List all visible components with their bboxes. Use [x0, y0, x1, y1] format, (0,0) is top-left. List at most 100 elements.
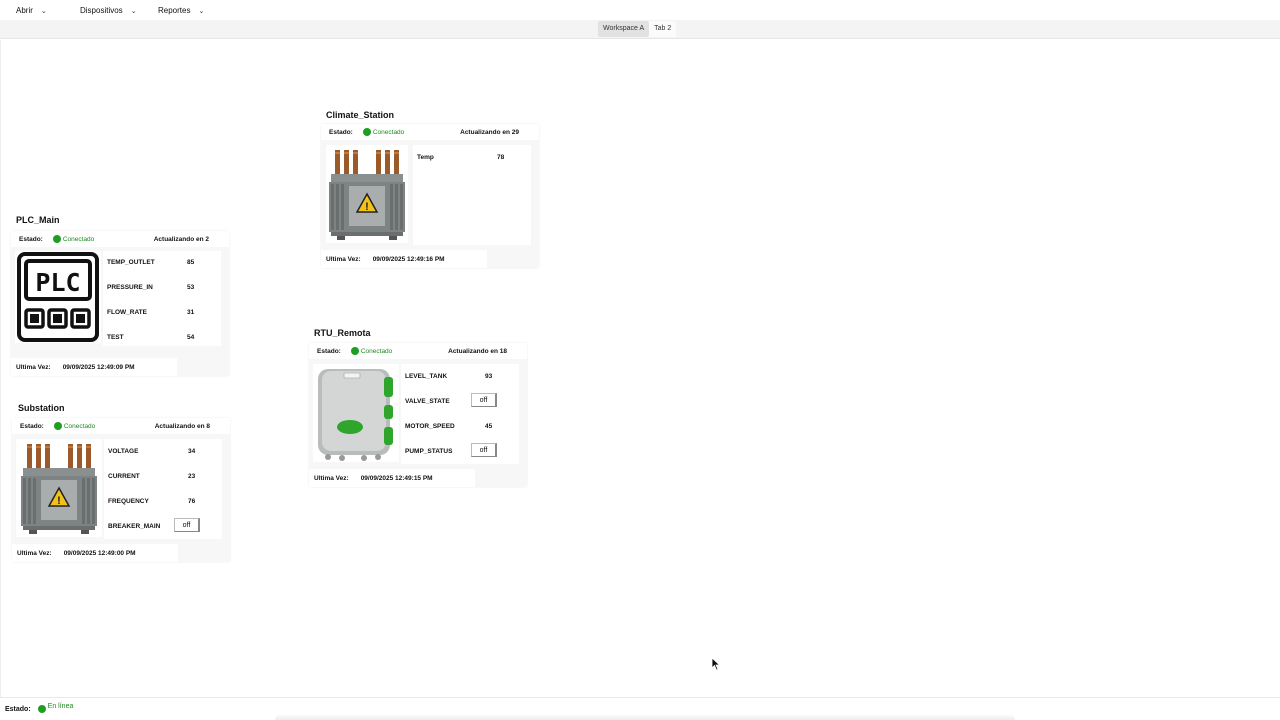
online-status: En línea: [47, 702, 74, 710]
transformer-icon: !: [21, 444, 97, 534]
value-key: VALVE_STATE: [405, 397, 450, 405]
last-seen-row: Ultima Vez: 09/09/2025 12:49:09 PM: [11, 358, 177, 376]
value-key: FLOW_RATE: [107, 308, 147, 316]
value-row: TEMP_OUTLET 85: [103, 255, 221, 269]
tab-workspace-a[interactable]: Workspace A: [598, 21, 650, 37]
status-row: Estado: Conectado Actualizando en 2: [11, 231, 229, 247]
ultima-vez-label: Ultima Vez:: [326, 255, 361, 263]
connection-status: Conectado: [63, 422, 96, 430]
value-key: VOLTAGE: [108, 447, 139, 455]
workspace-canvas[interactable]: PLC_Main Estado: Conectado Actualizando …: [0, 40, 1280, 697]
values-panel: Temp 78: [413, 145, 531, 245]
svg-text:PLC: PLC: [35, 268, 80, 297]
value-number: 23: [188, 472, 196, 480]
chevron-down-icon: ⌄: [40, 8, 47, 15]
ultima-vez-label: Ultima Vez:: [16, 363, 51, 371]
device-card: Estado: Conectado Actualizando en 2 PLC: [11, 231, 229, 376]
rtu-enclosure-icon: [318, 369, 393, 461]
device-image: PLC: [15, 251, 101, 343]
value-row: FREQUENCY 76: [104, 494, 222, 508]
last-seen-timestamp: 09/09/2025 12:49:09 PM: [62, 363, 135, 371]
last-seen-timestamp: 09/09/2025 12:49:16 PM: [372, 255, 445, 263]
value-key: PUMP_STATUS: [405, 447, 453, 455]
value-key: MOTOR_SPEED: [405, 422, 455, 430]
estado-label: Estado:: [20, 422, 44, 430]
connected-dot-icon: [52, 235, 61, 243]
status-row: Estado: Conectado Actualizando en 8: [12, 418, 230, 434]
last-seen-timestamp: 09/09/2025 12:49:00 PM: [63, 549, 136, 557]
value-row: PRESSURE_IN 53: [103, 280, 221, 294]
pump-status-toggle[interactable]: off: [471, 443, 497, 457]
menu-abrir[interactable]: Abrir ⌄: [16, 6, 56, 16]
device-image: !: [326, 145, 408, 243]
update-countdown: Actualizando en 29: [460, 128, 519, 136]
value-number: 34: [188, 447, 196, 455]
status-row: Estado: Conectado Actualizando en 29: [321, 124, 539, 140]
statusbar-estado-label: Estado:: [5, 705, 31, 713]
chevron-down-icon: ⌄: [130, 8, 137, 15]
value-key: TEST: [107, 333, 124, 341]
svg-text:!: !: [57, 495, 61, 507]
value-row: MOTOR_SPEED 45: [401, 419, 519, 433]
last-seen-row: Ultima Vez: 09/09/2025 12:49:16 PM: [321, 250, 487, 268]
device-title: Climate_Station: [326, 110, 395, 120]
menu-reportes[interactable]: Reportes ⌄: [158, 5, 206, 16]
device-title: RTU_Remota: [314, 328, 371, 338]
value-row: VALVE_STATE off: [401, 393, 519, 408]
values-panel: TEMP_OUTLET 85 PRESSURE_IN 53 FLOW_RATE …: [103, 251, 221, 346]
values-panel: LEVEL_TANK 93 VALVE_STATE off MOTOR_SPEE…: [401, 364, 519, 464]
device-plc-main[interactable]: PLC_Main Estado: Conectado Actualizando …: [11, 214, 231, 376]
menubar: Abrir ⌄ Dispositivos ⌄ Reportes ⌄: [0, 0, 1280, 20]
status-bar: Estado: En línea: [0, 697, 1280, 720]
ultima-vez-label: Ultima Vez:: [17, 549, 52, 557]
last-seen-timestamp: 09/09/2025 12:49:15 PM: [360, 474, 433, 482]
transformer-icon: !: [329, 150, 405, 240]
value-row: Temp 78: [413, 150, 531, 164]
value-row: LEVEL_TANK 93: [401, 369, 519, 383]
online-dot-icon: [37, 705, 46, 713]
value-row: CURRENT 23: [104, 469, 222, 483]
value-number: 45: [485, 422, 493, 430]
tab-list: Workspace A Tab 2: [598, 21, 677, 37]
value-key: Temp: [417, 153, 434, 161]
tab-2[interactable]: Tab 2: [649, 21, 676, 37]
update-countdown: Actualizando en 8: [154, 422, 210, 430]
svg-text:!: !: [365, 201, 369, 213]
estado-label: Estado:: [329, 128, 353, 136]
menu-dispositivos-label: Dispositivos: [80, 5, 123, 15]
device-substation[interactable]: Substation Estado: Conectado Actualizand…: [12, 402, 232, 564]
value-key: PRESSURE_IN: [107, 283, 153, 291]
estado-label: Estado:: [19, 235, 43, 243]
device-image: [313, 364, 399, 462]
device-climate-station[interactable]: Climate_Station Estado: Conectado Actual…: [321, 108, 541, 270]
device-card: Estado: Conectado Actualizando en 8 ! VO…: [12, 418, 230, 562]
values-panel: VOLTAGE 34 CURRENT 23 FREQUENCY 76 BREAK…: [104, 439, 222, 539]
horizontal-scrollbar[interactable]: [275, 714, 1015, 720]
device-card: Estado: Conectado Actualizando en 29 ! T…: [321, 124, 539, 268]
value-number: 76: [188, 497, 196, 505]
value-row: BREAKER_MAIN off: [104, 518, 222, 533]
plc-icon: PLC: [17, 252, 99, 342]
breaker-main-toggle[interactable]: off: [174, 518, 200, 532]
connection-status: Conectado: [372, 128, 405, 136]
mouse-cursor-icon: [711, 657, 721, 671]
last-seen-row: Ultima Vez: 09/09/2025 12:49:00 PM: [12, 544, 178, 562]
valve-state-toggle[interactable]: off: [471, 393, 497, 407]
value-number: 31: [187, 308, 195, 316]
menu-dispositivos[interactable]: Dispositivos ⌄: [80, 5, 144, 16]
device-image: !: [16, 439, 102, 537]
status-row: Estado: Conectado Actualizando en 18: [309, 343, 527, 359]
connected-dot-icon: [350, 347, 359, 355]
value-row: VOLTAGE 34: [104, 444, 222, 458]
value-number: 85: [187, 258, 195, 266]
value-key: BREAKER_MAIN: [108, 522, 161, 530]
value-row: PUMP_STATUS off: [401, 443, 519, 458]
device-title: Substation: [18, 403, 65, 413]
connected-dot-icon: [362, 128, 371, 136]
value-row: FLOW_RATE 31: [103, 305, 221, 319]
value-row: TEST 54: [103, 330, 221, 344]
chevron-down-icon: ⌄: [198, 8, 205, 15]
update-countdown: Actualizando en 2: [153, 235, 209, 243]
device-rtu-remota[interactable]: RTU_Remota Estado: Conectado Actualizand…: [309, 327, 529, 489]
menu-reportes-label: Reportes: [158, 5, 191, 15]
